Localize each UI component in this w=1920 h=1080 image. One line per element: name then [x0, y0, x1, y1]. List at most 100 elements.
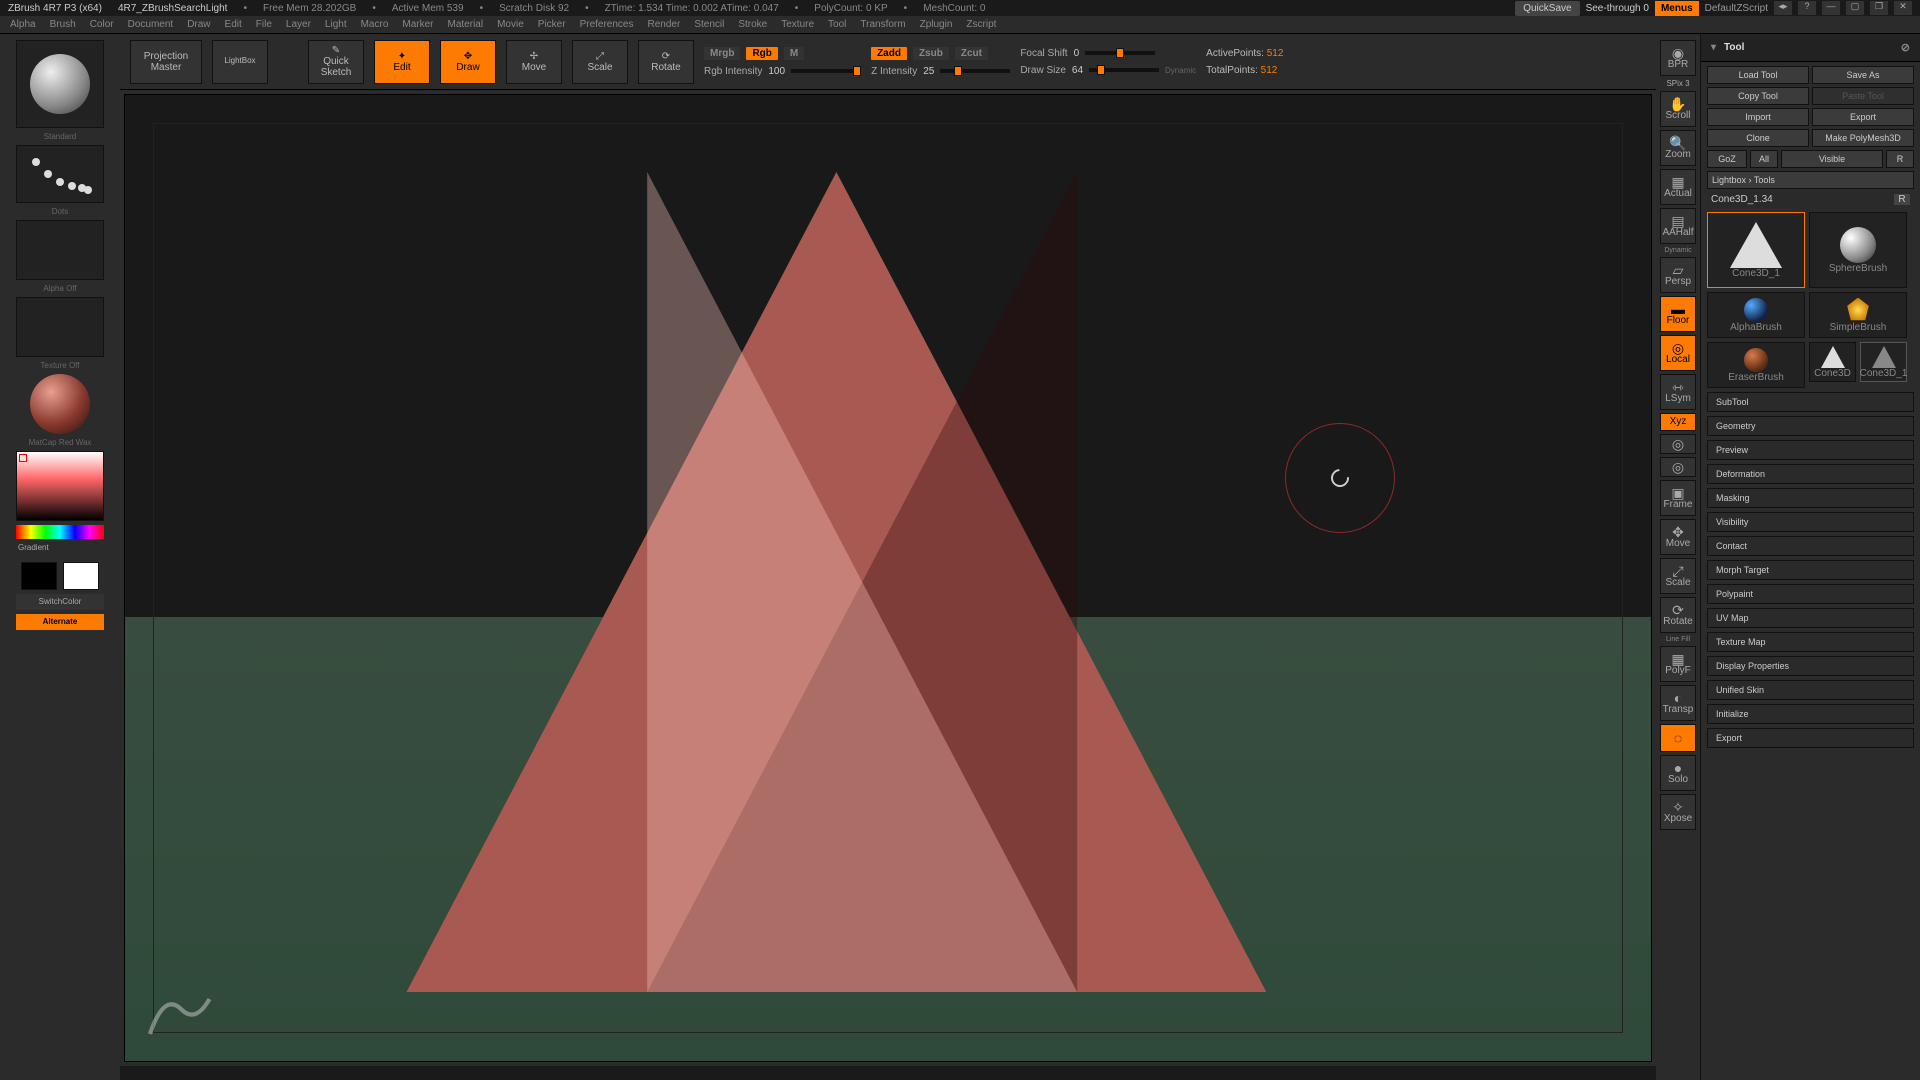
- zoom-button[interactable]: 🔍Zoom: [1660, 130, 1696, 166]
- copy-tool-button[interactable]: Copy Tool: [1707, 87, 1809, 105]
- xyz-button[interactable]: Xyz: [1660, 413, 1696, 431]
- tool-thumb-cone3d-1[interactable]: Cone3D_1: [1707, 212, 1805, 288]
- brush-thumbnail[interactable]: [16, 40, 104, 128]
- polyf-button[interactable]: ▦PolyF: [1660, 646, 1696, 682]
- help-icon[interactable]: ?: [1798, 1, 1816, 15]
- panel-close-icon[interactable]: ⊘: [1901, 41, 1910, 54]
- menu-file[interactable]: File: [256, 19, 272, 30]
- projection-master-button[interactable]: Projection Master: [130, 40, 202, 84]
- menu-movie[interactable]: Movie: [497, 19, 524, 30]
- alpha-thumbnail[interactable]: [16, 220, 104, 280]
- seethrough-slider[interactable]: See-through 0: [1586, 3, 1649, 14]
- scroll-button[interactable]: ✋Scroll: [1660, 91, 1696, 127]
- menu-transform[interactable]: Transform: [860, 19, 905, 30]
- menu-macro[interactable]: Macro: [361, 19, 389, 30]
- bpr-button[interactable]: ◉BPR: [1660, 40, 1696, 76]
- stroke-thumbnail[interactable]: [16, 145, 104, 203]
- section-uv-map[interactable]: UV Map: [1707, 608, 1914, 628]
- gradient-label[interactable]: Gradient: [16, 543, 104, 552]
- viewport[interactable]: [124, 94, 1652, 1062]
- z-intensity-slider[interactable]: [940, 69, 1010, 73]
- section-texture-map[interactable]: Texture Map: [1707, 632, 1914, 652]
- current-tool-row[interactable]: Cone3D_1.34 R: [1707, 192, 1914, 207]
- menu-texture[interactable]: Texture: [781, 19, 814, 30]
- menus-toggle[interactable]: Menus: [1655, 1, 1699, 16]
- switch-color-button[interactable]: SwitchColor: [16, 594, 104, 610]
- menu-marker[interactable]: Marker: [402, 19, 433, 30]
- make-polymesh-button[interactable]: Make PolyMesh3D: [1812, 129, 1914, 147]
- import-button[interactable]: Import: [1707, 108, 1809, 126]
- color-picker[interactable]: [16, 451, 104, 521]
- move-nav-button[interactable]: ✥Move: [1660, 519, 1696, 555]
- goz-r-button[interactable]: R: [1886, 150, 1914, 168]
- persp-button[interactable]: ▱Persp: [1660, 257, 1696, 293]
- menu-brush[interactable]: Brush: [50, 19, 76, 30]
- aahalf-button[interactable]: ▤AAHalf: [1660, 208, 1696, 244]
- section-display-properties[interactable]: Display Properties: [1707, 656, 1914, 676]
- move-mode-button[interactable]: ✢Move: [506, 40, 562, 84]
- menu-render[interactable]: Render: [648, 19, 681, 30]
- material-thumbnail[interactable]: [30, 374, 90, 434]
- menu-material[interactable]: Material: [448, 19, 484, 30]
- local-button[interactable]: ◎Local: [1660, 335, 1696, 371]
- section-geometry[interactable]: Geometry: [1707, 416, 1914, 436]
- actual-button[interactable]: ▦Actual: [1660, 169, 1696, 205]
- transp-button[interactable]: ◐Transp: [1660, 685, 1696, 721]
- ghost-button[interactable]: ◌: [1660, 724, 1696, 752]
- section-preview[interactable]: Preview: [1707, 440, 1914, 460]
- menu-preferences[interactable]: Preferences: [580, 19, 634, 30]
- section-polypaint[interactable]: Polypaint: [1707, 584, 1914, 604]
- section-contact[interactable]: Contact: [1707, 536, 1914, 556]
- menu-draw[interactable]: Draw: [187, 19, 210, 30]
- menu-stencil[interactable]: Stencil: [694, 19, 724, 30]
- minimize-icon[interactable]: —: [1822, 1, 1840, 15]
- xpose-button[interactable]: ✧Xpose: [1660, 794, 1696, 830]
- menu-layer[interactable]: Layer: [286, 19, 311, 30]
- save-as-button[interactable]: Save As: [1812, 66, 1914, 84]
- load-tool-button[interactable]: Load Tool: [1707, 66, 1809, 84]
- section-subtool[interactable]: SubTool: [1707, 392, 1914, 412]
- restore-icon[interactable]: ❐: [1870, 1, 1888, 15]
- draw-mode-button[interactable]: ✥Draw: [440, 40, 496, 84]
- rotate-nav-button[interactable]: ⟳Rotate: [1660, 597, 1696, 633]
- clone-button[interactable]: Clone: [1707, 129, 1809, 147]
- primary-color-swatch[interactable]: [63, 562, 99, 590]
- quick-sketch-button[interactable]: ✎Quick Sketch: [308, 40, 364, 84]
- section-masking[interactable]: Masking: [1707, 488, 1914, 508]
- menu-color[interactable]: Color: [90, 19, 114, 30]
- close-icon[interactable]: ✕: [1894, 1, 1912, 15]
- menu-zplugin[interactable]: Zplugin: [920, 19, 953, 30]
- goz-visible-button[interactable]: Visible: [1781, 150, 1883, 168]
- spix-label[interactable]: SPix 3: [1666, 79, 1689, 88]
- lsym-button[interactable]: ⇿LSym: [1660, 374, 1696, 410]
- scale-nav-button[interactable]: ⤢Scale: [1660, 558, 1696, 594]
- frame-button[interactable]: ▣Frame: [1660, 480, 1696, 516]
- section-unified-skin[interactable]: Unified Skin: [1707, 680, 1914, 700]
- paste-tool-button[interactable]: Paste Tool: [1812, 87, 1914, 105]
- menu-tool[interactable]: Tool: [828, 19, 846, 30]
- export-button[interactable]: Export: [1812, 108, 1914, 126]
- menu-stroke[interactable]: Stroke: [738, 19, 767, 30]
- tool-thumb-eraserbrush[interactable]: EraserBrush: [1707, 342, 1805, 388]
- lightbox-button[interactable]: LightBox: [212, 40, 268, 84]
- zscript-label[interactable]: DefaultZScript: [1705, 3, 1768, 14]
- section-morph-target[interactable]: Morph Target: [1707, 560, 1914, 580]
- rotate-mode-button[interactable]: ⟳Rotate: [638, 40, 694, 84]
- tool-thumb-cone3d[interactable]: Cone3D: [1809, 342, 1856, 382]
- section-export[interactable]: Export: [1707, 728, 1914, 748]
- focal-shift-slider[interactable]: [1085, 51, 1155, 55]
- maximize-icon[interactable]: ▢: [1846, 1, 1864, 15]
- center-button-2[interactable]: ◎: [1660, 457, 1696, 477]
- collapse-icon[interactable]: ◂▸: [1774, 1, 1792, 15]
- menu-light[interactable]: Light: [325, 19, 347, 30]
- section-initialize[interactable]: Initialize: [1707, 704, 1914, 724]
- tool-thumb-simplebrush[interactable]: SimpleBrush: [1809, 292, 1907, 338]
- tool-thumb-alphabrush[interactable]: AlphaBrush: [1707, 292, 1805, 338]
- tool-thumb-spherebrush[interactable]: SphereBrush: [1809, 212, 1907, 288]
- zsub-toggle[interactable]: Zsub: [913, 47, 949, 60]
- quicksave-button[interactable]: QuickSave: [1515, 1, 1579, 16]
- menu-document[interactable]: Document: [128, 19, 174, 30]
- solo-button[interactable]: ●Solo: [1660, 755, 1696, 791]
- hue-strip[interactable]: [16, 525, 104, 539]
- menu-picker[interactable]: Picker: [538, 19, 566, 30]
